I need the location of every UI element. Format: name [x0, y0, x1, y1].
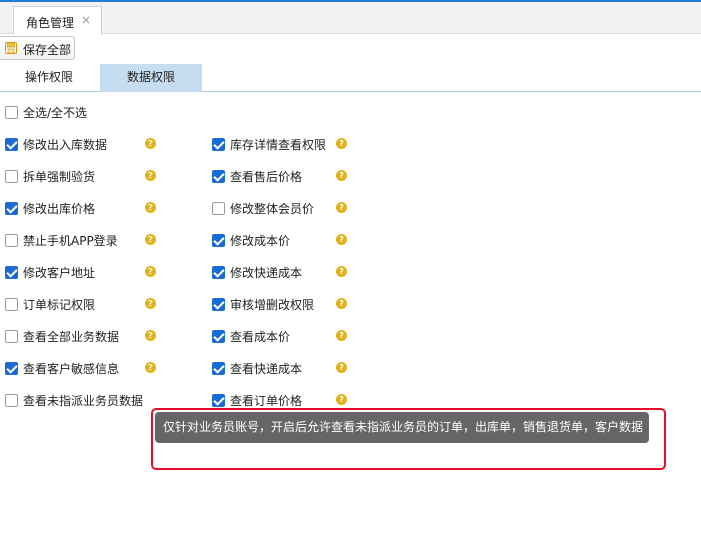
permission-label: 修改出库价格: [23, 201, 96, 216]
permission-item[interactable]: 查看未指派业务员数据: [5, 390, 143, 410]
select-all-checkbox[interactable]: [5, 105, 18, 119]
permission-item[interactable]: 修改成本价: [212, 230, 290, 250]
permission-checkbox[interactable]: [212, 233, 225, 247]
permission-item[interactable]: 拆单强制验货: [5, 166, 95, 186]
permission-item[interactable]: 修改出库价格: [5, 198, 95, 218]
tab-role-management[interactable]: 角色管理 ×: [13, 6, 102, 35]
permission-checkbox[interactable]: [5, 233, 18, 247]
permission-label: 禁止手机APP登录: [23, 233, 118, 248]
help-icon[interactable]: ?: [336, 298, 347, 309]
permission-item[interactable]: 禁止手机APP登录: [5, 230, 118, 250]
permission-label: 修改出入库数据: [23, 137, 108, 152]
save-icon: [5, 42, 17, 54]
permission-item[interactable]: 查看快递成本: [212, 358, 302, 378]
permission-item[interactable]: 查看成本价: [212, 326, 290, 346]
permission-checkbox[interactable]: [5, 201, 18, 215]
permission-checkbox[interactable]: [212, 265, 225, 279]
permission-item[interactable]: 查看客户敏感信息: [5, 358, 119, 378]
help-icon[interactable]: ?: [145, 234, 156, 245]
permission-item[interactable]: 审核增删改权限: [212, 294, 314, 314]
help-icon[interactable]: ?: [145, 138, 156, 149]
permission-checkbox[interactable]: [5, 361, 18, 375]
permission-checkbox[interactable]: [212, 329, 225, 343]
help-icon[interactable]: ?: [145, 298, 156, 309]
permission-label: 查看成本价: [230, 329, 291, 344]
permission-item[interactable]: 查看订单价格: [212, 390, 302, 410]
save-all-button[interactable]: 保存全部: [0, 36, 75, 60]
help-icon[interactable]: ?: [336, 362, 347, 373]
permission-label: 修改成本价: [230, 233, 291, 248]
help-icon[interactable]: ?: [336, 266, 347, 277]
permission-label: 拆单强制验货: [23, 169, 96, 184]
permission-checkbox[interactable]: [212, 297, 225, 311]
tab-operation-permissions[interactable]: 操作权限: [0, 64, 98, 92]
permission-label: 查看订单价格: [230, 393, 303, 408]
help-icon[interactable]: ?: [336, 138, 347, 149]
permission-checkbox[interactable]: [5, 393, 18, 407]
permission-label: 修改整体会员价: [230, 201, 315, 216]
permission-label: 查看全部业务数据: [23, 329, 120, 344]
permission-checkbox[interactable]: [212, 201, 225, 215]
permission-label: 查看未指派业务员数据: [23, 393, 144, 408]
select-all-row[interactable]: 全选/全不选: [5, 102, 87, 122]
close-icon[interactable]: ×: [81, 13, 91, 27]
permission-label: 订单标记权限: [23, 297, 96, 312]
tab-title: 角色管理: [26, 16, 75, 30]
permission-label: 查看快递成本: [230, 361, 303, 376]
permission-item[interactable]: 修改客户地址: [5, 262, 95, 282]
permission-checkbox[interactable]: [212, 393, 225, 407]
permission-checkbox[interactable]: [212, 169, 225, 183]
permission-checkbox[interactable]: [5, 297, 18, 311]
help-icon[interactable]: ?: [336, 170, 347, 181]
help-icon[interactable]: ?: [145, 330, 156, 341]
help-icon[interactable]: ?: [145, 362, 156, 373]
help-icon[interactable]: ?: [336, 234, 347, 245]
permission-checkbox[interactable]: [5, 265, 18, 279]
help-icon[interactable]: ?: [145, 202, 156, 213]
help-icon[interactable]: ?: [145, 266, 156, 277]
permission-item[interactable]: 订单标记权限: [5, 294, 95, 314]
permission-checkbox[interactable]: [212, 361, 225, 375]
select-all-label: 全选/全不选: [23, 105, 88, 120]
permission-label: 查看售后价格: [230, 169, 303, 184]
permission-item[interactable]: 查看全部业务数据: [5, 326, 119, 346]
permission-checkbox[interactable]: [5, 137, 18, 151]
highlight-annotation: [151, 408, 666, 470]
help-icon[interactable]: ?: [145, 170, 156, 181]
permission-checkbox[interactable]: [212, 137, 225, 151]
save-all-label: 保存全部: [23, 43, 72, 57]
permission-label: 修改快递成本: [230, 265, 303, 280]
permission-checkbox[interactable]: [5, 329, 18, 343]
toolbar: 保存全部: [0, 35, 701, 63]
permission-checkbox[interactable]: [5, 169, 18, 183]
permission-item[interactable]: 修改整体会员价: [212, 198, 314, 218]
permission-label: 审核增删改权限: [230, 297, 315, 312]
permission-item[interactable]: 修改出入库数据: [5, 134, 107, 154]
help-icon[interactable]: ?: [336, 202, 347, 213]
permission-label: 修改客户地址: [23, 265, 96, 280]
permission-item[interactable]: 库存详情查看权限: [212, 134, 326, 154]
help-icon[interactable]: ?: [336, 394, 347, 405]
tab-data-permissions[interactable]: 数据权限: [100, 64, 202, 92]
permission-item[interactable]: 查看售后价格: [212, 166, 302, 186]
tab-bar: 角色管理 ×: [0, 2, 701, 35]
help-icon[interactable]: ?: [336, 330, 347, 341]
permission-tabs: 操作权限 数据权限: [0, 63, 701, 92]
permission-label: 库存详情查看权限: [230, 137, 327, 152]
permission-item[interactable]: 修改快递成本: [212, 262, 302, 282]
permission-label: 查看客户敏感信息: [23, 361, 120, 376]
